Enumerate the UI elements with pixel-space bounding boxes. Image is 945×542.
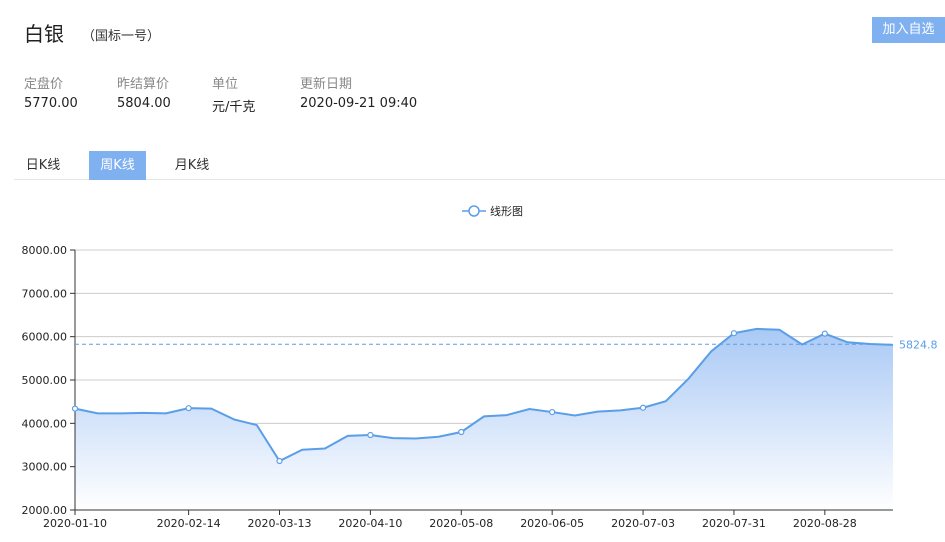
series-area-fill xyxy=(75,328,893,510)
legend-label: 线形图 xyxy=(490,204,523,218)
y-tick-label: 5000.00 xyxy=(22,374,68,387)
y-tick-label: 3000.00 xyxy=(22,461,68,474)
x-tick-label: 2020-01-10 xyxy=(43,517,107,530)
x-tick-label: 2020-06-05 xyxy=(520,517,584,530)
data-point xyxy=(458,428,465,436)
x-tick-label: 2020-05-08 xyxy=(429,517,493,530)
price-chart: 线形图 8000.00 7000.00 6000.00 5000.00 4000.00 3… xyxy=(22,204,938,530)
x-tick-label: 2020-07-31 xyxy=(702,517,766,530)
x-tick-label: 2020-08-28 xyxy=(793,517,857,530)
data-point xyxy=(276,457,283,465)
y-tick-label: 7000.00 xyxy=(22,287,68,300)
y-tick-label: 2000.00 xyxy=(22,504,68,517)
data-point xyxy=(71,405,79,412)
y-tick-label: 8000.00 xyxy=(22,244,68,257)
data-point xyxy=(549,408,556,416)
data-point xyxy=(821,330,828,337)
x-tick-label: 2020-04-10 xyxy=(338,517,402,530)
legend-circle-icon xyxy=(468,205,480,217)
data-point xyxy=(730,330,738,337)
reference-line-label: 5824.8 xyxy=(899,338,938,351)
data-point xyxy=(367,431,374,439)
y-tick-label: 6000.00 xyxy=(22,331,68,344)
chart-legend[interactable]: 线形图 xyxy=(462,204,523,218)
data-point xyxy=(185,405,192,412)
x-tick-label: 2020-07-03 xyxy=(611,517,675,530)
y-tick-label: 4000.00 xyxy=(22,417,68,430)
data-point xyxy=(639,404,647,411)
x-tick-label: 2020-02-14 xyxy=(157,517,221,530)
x-tick-label: 2020-03-13 xyxy=(248,517,312,530)
